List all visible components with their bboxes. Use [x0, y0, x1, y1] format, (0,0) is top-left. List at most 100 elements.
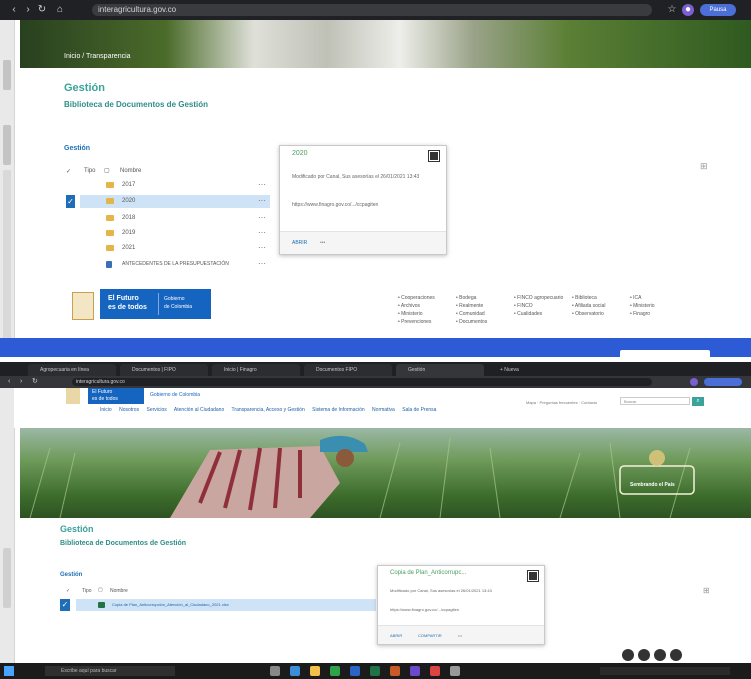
footer-link[interactable]: • FINCO — [514, 302, 533, 310]
taskbar-search-input[interactable]: Escribe aquí para buscar — [45, 666, 175, 676]
app-icon[interactable] — [450, 666, 460, 676]
social-icon-4[interactable] — [670, 649, 682, 661]
footer-link[interactable]: • FINCO agropecuario — [514, 294, 563, 302]
tab-active[interactable]: Gestión — [396, 364, 484, 376]
windows-start-icon[interactable] — [4, 666, 14, 676]
more-icon[interactable]: ⋯ — [258, 243, 266, 252]
open-link[interactable]: ABRIR — [292, 240, 307, 246]
powerpoint-icon[interactable] — [390, 666, 400, 676]
scroll-thumb[interactable] — [3, 60, 11, 90]
footer-link[interactable]: • Cooperaciones — [398, 294, 435, 302]
tab[interactable]: Agropecuaria en línea — [28, 364, 116, 376]
footer-link[interactable]: • Bodega — [456, 294, 476, 302]
star-icon[interactable]: ☆ — [666, 4, 678, 16]
footer-link[interactable]: • Archivos — [398, 302, 420, 310]
footer-link[interactable]: • Afiliada social — [572, 302, 605, 310]
more-icon[interactable]: ⋯ — [258, 196, 266, 205]
new-tab-button[interactable]: + Nueva — [488, 364, 548, 376]
profile-icon[interactable] — [690, 378, 698, 386]
close-icon[interactable] — [527, 570, 539, 582]
item-name[interactable]: ANTECEDENTES DE LA PRESUPUESTACIÓN — [122, 261, 229, 267]
more-actions-icon[interactable]: ••• — [458, 633, 462, 638]
forward-icon[interactable]: › — [20, 378, 22, 386]
brand-logo[interactable]: El Futuro es de todos — [88, 388, 144, 404]
chrome-icon[interactable] — [330, 666, 340, 676]
item-name[interactable]: 2018 — [122, 215, 135, 221]
scroll-thumb[interactable] — [3, 548, 11, 608]
pause-button[interactable] — [704, 378, 742, 386]
nav-item[interactable]: Nosotros — [119, 407, 139, 413]
list-item[interactable]: 2021 ⋯ — [100, 242, 270, 255]
address-bar[interactable]: interagricultura.gov.co — [72, 378, 652, 386]
edge-icon[interactable] — [290, 666, 300, 676]
column-header-type[interactable]: Tipo — [84, 168, 95, 174]
forward-icon[interactable]: › — [22, 4, 34, 16]
close-icon[interactable] — [428, 150, 440, 162]
tab[interactable]: Documentos FIPO — [304, 364, 392, 376]
file-explorer-icon[interactable] — [310, 666, 320, 676]
tab[interactable]: Inicio | Finagro — [212, 364, 300, 376]
more-actions-icon[interactable]: ••• — [320, 240, 325, 246]
row-checkbox[interactable]: ✓ — [66, 195, 75, 208]
task-view-icon[interactable] — [270, 666, 280, 676]
footer-link[interactable]: • Cualidades — [514, 310, 542, 318]
social-icon-3[interactable] — [654, 649, 666, 661]
social-icon-2[interactable] — [638, 649, 650, 661]
footer-link[interactable]: • Realmente — [456, 302, 483, 310]
utility-links[interactable]: Mapa · Preguntas frecuentes · Contacto — [526, 400, 597, 405]
nav-item[interactable]: Normativa — [372, 407, 395, 413]
nav-item[interactable]: Atención al Ciudadano — [174, 407, 224, 413]
info-icon[interactable]: ⊞ — [700, 162, 710, 171]
pause-button[interactable]: Pausa — [700, 4, 736, 16]
profile-icon[interactable]: ● — [682, 4, 694, 16]
tab[interactable]: Documentos | FIPO — [120, 364, 208, 376]
footer-link[interactable]: • Ministerio — [630, 302, 655, 310]
footer-link[interactable]: • Documentos — [456, 318, 487, 326]
back-icon[interactable]: ‹ — [8, 4, 20, 16]
footer-link[interactable]: • Observatorio — [572, 310, 604, 318]
footer-link[interactable]: • ICA — [630, 294, 641, 302]
scroll-thumb-2[interactable] — [3, 125, 11, 165]
column-header-name[interactable]: Nombre — [110, 588, 128, 594]
open-link[interactable]: ABRIR — [390, 633, 402, 638]
column-header-name[interactable]: Nombre — [120, 168, 141, 174]
select-all-checkbox[interactable]: ✓ — [66, 168, 71, 175]
list-item[interactable]: 2019 ⋯ — [100, 227, 270, 240]
more-icon[interactable]: ⋯ — [258, 180, 266, 189]
back-icon[interactable]: ‹ — [8, 378, 10, 386]
footer-link[interactable]: • Biblioteca — [572, 294, 597, 302]
left-scrollbar[interactable] — [0, 388, 15, 679]
left-scrollbar[interactable] — [0, 20, 15, 357]
more-icon[interactable]: ⋯ — [258, 259, 266, 268]
breadcrumb[interactable]: Inicio / Transparencia — [64, 53, 131, 60]
footer-link[interactable]: • Comunidad — [456, 310, 485, 318]
footer-link[interactable]: • Finagro — [630, 310, 650, 318]
system-tray[interactable] — [600, 667, 730, 675]
list-item-selected[interactable]: Copia de Plan_Anticorrupción_Atención_al… — [76, 599, 376, 611]
item-name[interactable]: 2021 — [122, 245, 135, 251]
gov-logo[interactable]: El Futuro es de todos Gobierno de Colomb… — [100, 289, 211, 319]
nav-item[interactable]: Sistema de Información — [312, 407, 365, 413]
list-item[interactable]: ANTECEDENTES DE LA PRESUPUESTACIÓN ⋯ — [100, 258, 270, 271]
list-item[interactable]: 2017 ⋯ — [100, 179, 270, 192]
info-icon[interactable]: ⊞ — [703, 586, 710, 595]
chat-widget[interactable] — [620, 350, 710, 357]
nav-item[interactable]: Transparencia, Acceso y Gestión — [232, 407, 305, 413]
more-icon[interactable]: ⋯ — [258, 228, 266, 237]
reload-icon[interactable]: ↻ — [36, 4, 48, 16]
row-checkbox[interactable]: ✓ — [60, 599, 70, 611]
home-icon[interactable]: ⌂ — [54, 4, 66, 16]
footer-link[interactable]: • Ministerio — [398, 310, 423, 318]
search-icon[interactable]: ⌕ — [692, 397, 704, 406]
nav-item[interactable]: Sala de Prensa — [402, 407, 436, 413]
teams-icon[interactable] — [410, 666, 420, 676]
address-bar[interactable]: interagricultura.gov.co — [92, 4, 652, 16]
column-header-type[interactable]: Tipo — [82, 588, 92, 594]
list-item[interactable]: 2018 ⋯ — [100, 212, 270, 225]
select-all-checkbox[interactable]: ✓ — [66, 588, 70, 594]
reload-icon[interactable]: ↻ — [32, 378, 38, 386]
item-name[interactable]: 2019 — [122, 230, 135, 236]
nav-item[interactable]: Servicios — [146, 407, 166, 413]
item-name[interactable]: 2017 — [122, 182, 135, 188]
footer-link[interactable]: • Prevenciones — [398, 318, 431, 326]
